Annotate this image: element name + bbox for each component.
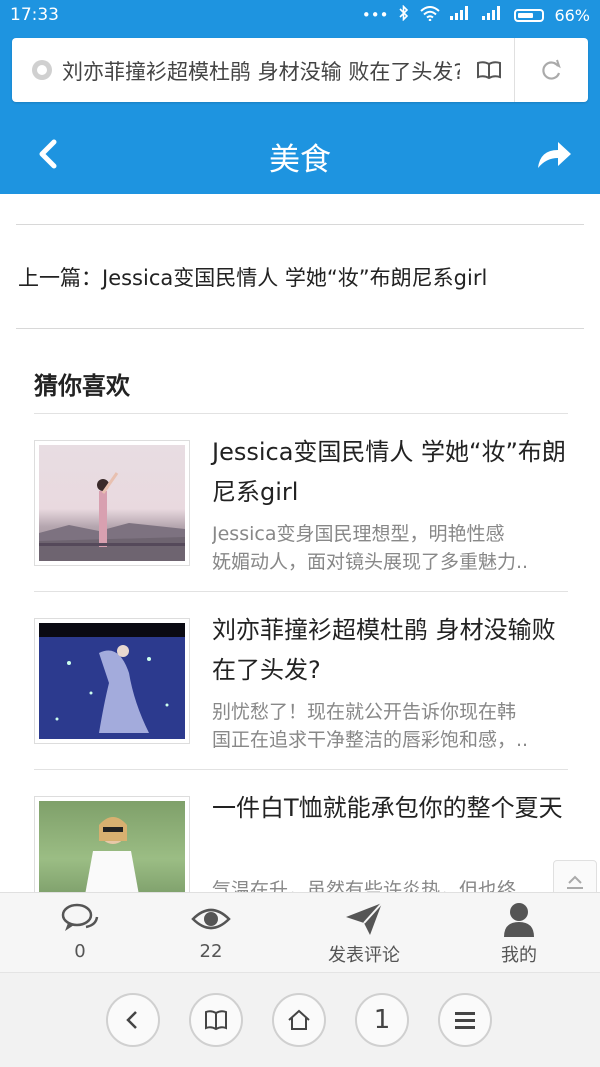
- thumbnail-woman-on-road[interactable]: [34, 440, 190, 566]
- article-action-bar: 0 22 发表评论 我的: [0, 892, 600, 973]
- recommend-item[interactable]: Jessica变国民情人 学她“妆”布朗尼系girl Jessica变身国民理想…: [34, 414, 568, 592]
- url-bar[interactable]: 刘亦菲撞衫超模杜鹃 身材没输 败在了头发?: [12, 38, 588, 102]
- thumbnail-dancer[interactable]: [34, 618, 190, 744]
- reader-mode-icon[interactable]: [472, 54, 506, 86]
- status-time: 17:33: [10, 5, 59, 25]
- battery-icon: [514, 8, 545, 22]
- desc-line: 气温在升，虽然有些许炎热，但也终: [212, 879, 517, 892]
- browser-back-button[interactable]: [106, 993, 160, 1047]
- signal-icon-2: [482, 6, 504, 24]
- mine-label: 我的: [501, 945, 537, 966]
- desc-line: Jessica变身国民理想型，明艳性感: [212, 523, 505, 545]
- recommend-item-title[interactable]: 刘亦菲撞衫超模杜鹃 身材没输败在了头发?: [212, 610, 568, 690]
- home-button[interactable]: [272, 993, 326, 1047]
- more-dots-icon: •••: [361, 6, 389, 24]
- site-icon: [32, 60, 52, 80]
- menu-icon: [455, 1012, 475, 1029]
- recommend-item[interactable]: 刘亦菲撞衫超模杜鹃 身材没输败在了头发? 别忧愁了！现在就公开告诉你现在韩 国正…: [34, 592, 568, 770]
- status-bar: 17:33 ••• 66%: [0, 0, 600, 32]
- recommend-item-desc: Jessica变身国民理想型，明艳性感 妩媚动人，面对镜头展现了多重魅力..: [212, 520, 568, 576]
- url-separator: [514, 38, 515, 102]
- eye-icon: [191, 901, 231, 937]
- divider: [16, 328, 584, 329]
- battery-fill: [518, 12, 533, 18]
- wifi-icon: [420, 5, 441, 25]
- desc-line: 别忧愁了！现在就公开告诉你现在韩: [212, 701, 517, 723]
- send-icon: [344, 901, 384, 937]
- tabs-button[interactable]: 1: [355, 993, 409, 1047]
- views-count: 22: [199, 941, 223, 962]
- views-button[interactable]: 22: [151, 901, 271, 962]
- user-icon: [499, 901, 539, 937]
- bookmarks-button[interactable]: [189, 993, 243, 1047]
- nav-bar: 美食: [0, 114, 600, 194]
- status-icons: ••• 66%: [361, 4, 590, 25]
- menu-button[interactable]: [438, 993, 492, 1047]
- recommend-item-desc: 气温在升，虽然有些许炎热，但也终: [212, 876, 568, 892]
- desc-line: 国正在追求干净整洁的唇彩饱和感，..: [212, 729, 529, 751]
- comments-count: 0: [74, 941, 86, 962]
- refresh-icon[interactable]: [538, 56, 566, 84]
- chevron-left-icon: [126, 1011, 137, 1029]
- prev-article-link[interactable]: 上一篇：Jessica变国民情人 学她“妆”布朗尼系girl: [18, 262, 487, 292]
- tab-count: 1: [373, 1005, 391, 1035]
- recommend-item-desc: 别忧愁了！现在就公开告诉你现在韩 国正在追求干净整洁的唇彩饱和感，..: [212, 698, 568, 754]
- recommend-item[interactable]: 一件白T恤就能承包你的整个夏天 气温在升，虽然有些许炎热，但也终: [34, 770, 568, 892]
- bluetooth-icon: [398, 4, 410, 25]
- divider: [16, 224, 584, 225]
- recommend-section-title: 猜你喜欢: [34, 372, 130, 400]
- page-title: 美食: [269, 142, 331, 178]
- share-icon[interactable]: [534, 136, 574, 172]
- book-icon: [205, 1010, 227, 1031]
- signal-icon: [450, 6, 472, 24]
- browser-toolbar: 1: [0, 972, 600, 1067]
- battery-percent: 66%: [554, 5, 590, 25]
- comments-button[interactable]: 0: [20, 901, 140, 962]
- desc-line: 妩媚动人，面对镜头展现了多重魅力..: [212, 551, 529, 573]
- post-comment-button[interactable]: 发表评论: [304, 901, 424, 967]
- home-icon: [288, 1009, 310, 1030]
- post-comment-label: 发表评论: [328, 945, 400, 966]
- url-bar-area: 刘亦菲撞衫超模杜鹃 身材没输 败在了头发?: [0, 32, 600, 114]
- recommend-item-title[interactable]: 一件白T恤就能承包你的整个夏天: [212, 788, 568, 828]
- mine-button[interactable]: 我的: [459, 901, 579, 967]
- recommend-item-title[interactable]: Jessica变国民情人 学她“妆”布朗尼系girl: [212, 432, 568, 512]
- url-text[interactable]: 刘亦菲撞衫超模杜鹃 身材没输 败在了头发?: [62, 56, 460, 86]
- thumbnail-white-tshirt[interactable]: [34, 796, 190, 892]
- comments-icon: [60, 901, 100, 937]
